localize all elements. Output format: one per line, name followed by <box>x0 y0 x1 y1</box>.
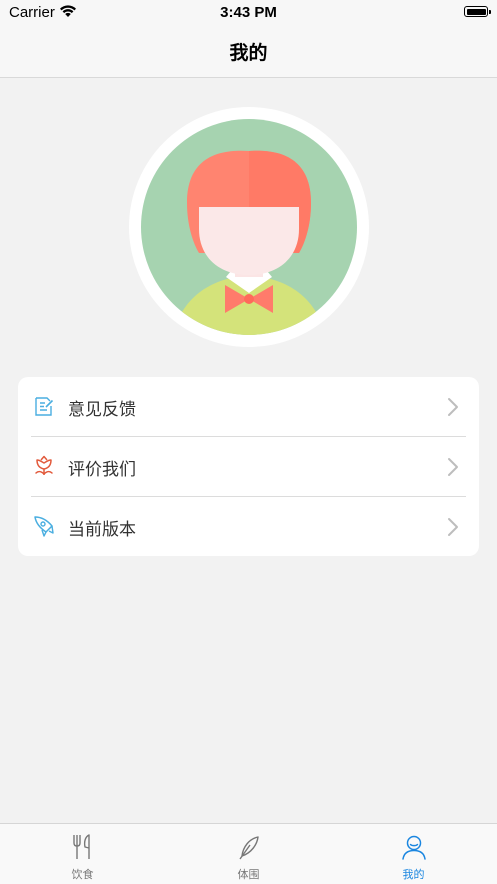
flower-icon <box>35 455 53 475</box>
nav-bar: 我的 <box>0 26 497 78</box>
rocket-icon <box>34 516 54 537</box>
chevron-right-icon <box>448 458 458 476</box>
feather-icon <box>238 836 259 860</box>
settings-menu: 意见反馈 评价我们 当前版本 <box>18 377 479 556</box>
avatar[interactable] <box>129 107 369 347</box>
menu-item-feedback[interactable]: 意见反馈 <box>18 377 479 436</box>
chevron-right-icon <box>448 518 458 536</box>
menu-item-label: 评价我们 <box>68 460 136 480</box>
page-title: 我的 <box>229 42 268 64</box>
person-icon <box>401 835 426 860</box>
tab-body[interactable]: 体围 <box>166 824 331 884</box>
menu-item-rate-us[interactable]: 评价我们 <box>18 437 479 496</box>
menu-item-label: 当前版本 <box>68 520 136 540</box>
tab-bar: 饮食 体围 我的 <box>0 823 497 884</box>
tab-diet[interactable]: 饮食 <box>0 824 165 884</box>
status-time: 3:43 PM <box>220 4 277 21</box>
battery-icon <box>464 6 491 17</box>
menu-item-version[interactable]: 当前版本 <box>18 497 479 556</box>
tab-mine[interactable]: 我的 <box>331 824 496 884</box>
feedback-icon <box>35 397 54 416</box>
tab-label: 饮食 <box>71 868 94 881</box>
status-bar: Carrier 3:43 PM <box>0 0 497 26</box>
tab-label: 我的 <box>402 868 425 881</box>
tab-label: 体围 <box>237 868 260 881</box>
menu-item-label: 意见反馈 <box>68 400 136 420</box>
fork-knife-icon <box>72 834 90 859</box>
chevron-right-icon <box>448 398 458 416</box>
